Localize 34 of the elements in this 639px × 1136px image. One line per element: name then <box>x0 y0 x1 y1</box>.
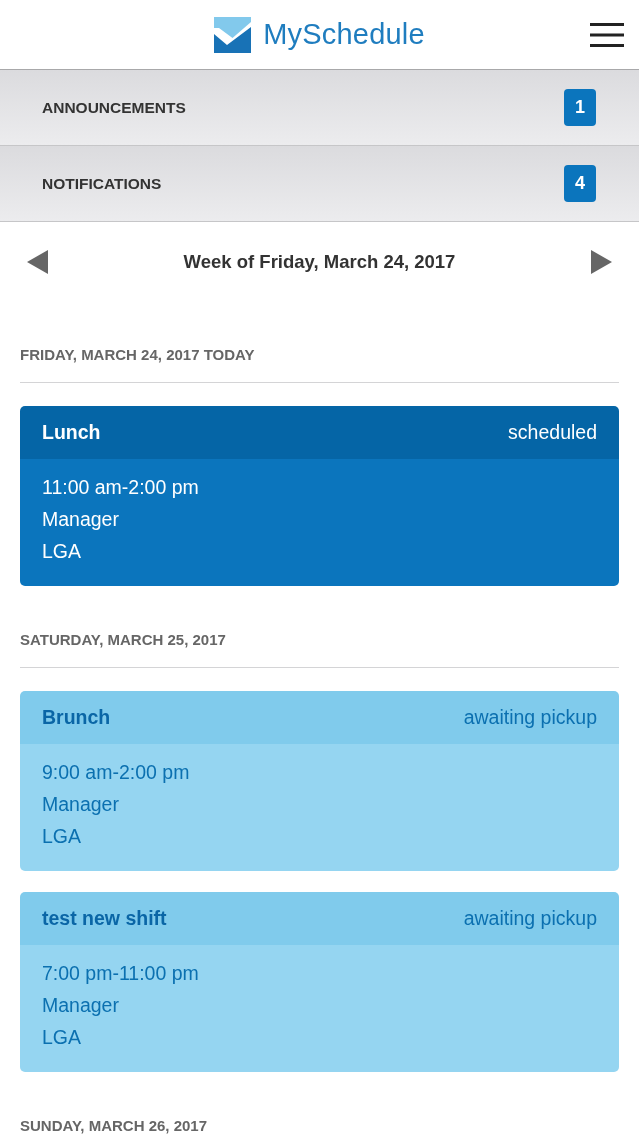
logo-icon <box>214 16 252 53</box>
shift-card[interactable]: Brunch awaiting pickup 9:00 am-2:00 pm Manager LGA <box>20 691 619 871</box>
shift-card[interactable]: Lunch scheduled 11:00 am-2:00 pm Manager LGA <box>20 406 619 586</box>
shift-title: Lunch <box>42 419 101 445</box>
shift-location: LGA <box>42 539 82 564</box>
shift-status: awaiting pickup <box>463 704 597 730</box>
shift-location: LGA <box>42 824 82 849</box>
shift-time: 11:00 am-2:00 pm <box>42 475 199 500</box>
app-title: MySchedule <box>263 20 425 49</box>
shift-time: 9:00 am-2:00 pm <box>42 760 190 785</box>
day-heading: SUNDAY, MARCH 26, 2017 <box>20 1117 209 1135</box>
menu-icon <box>590 22 624 47</box>
previous-week-button[interactable] <box>27 250 48 274</box>
left-triangle-icon <box>27 250 48 274</box>
shift-time: 7:00 pm-11:00 pm <box>42 961 199 986</box>
week-label: Week of Friday, March 24, 2017 <box>183 250 456 275</box>
shift-role: Manager <box>42 993 119 1018</box>
count-badge: 4 <box>564 165 596 202</box>
shift-role: Manager <box>42 507 119 532</box>
shift-status: awaiting pickup <box>463 905 597 931</box>
menu-button[interactable] <box>590 22 624 47</box>
shift-card[interactable]: test new shift awaiting pickup 7:00 pm-11:00 pm Manager LGA <box>20 892 619 1072</box>
shift-location: LGA <box>42 1025 82 1050</box>
shift-title: test new shift <box>42 905 167 931</box>
shift-role: Manager <box>42 792 119 817</box>
shift-title: Brunch <box>42 704 111 730</box>
shift-status: scheduled <box>508 419 597 445</box>
panel-row[interactable]: ANNOUNCEMENTS 1 <box>0 70 639 146</box>
right-triangle-icon <box>591 250 612 274</box>
next-week-button[interactable] <box>591 250 612 274</box>
panel-row[interactable]: NOTIFICATIONS 4 <box>0 146 639 222</box>
count-badge: 1 <box>564 89 596 126</box>
day-heading: SATURDAY, MARCH 25, 2017 <box>20 631 227 649</box>
day-heading: FRIDAY, MARCH 24, 2017 TODAY <box>20 346 256 364</box>
